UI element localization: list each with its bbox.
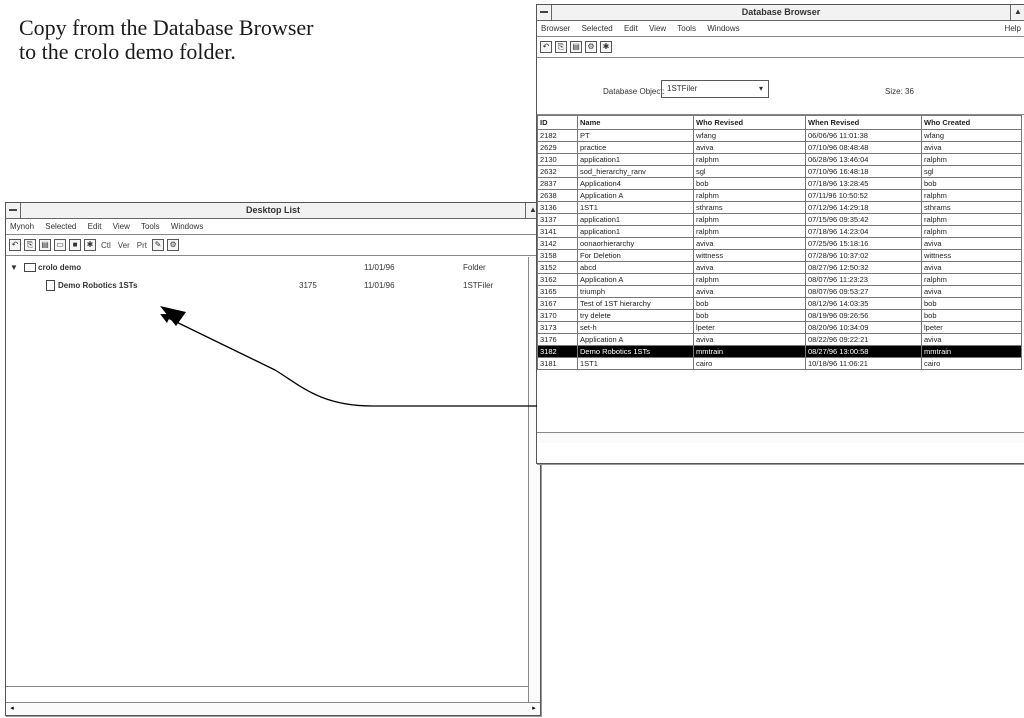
arrow-path bbox=[160, 314, 537, 407]
drag-arrow-graphic bbox=[160, 306, 537, 407]
